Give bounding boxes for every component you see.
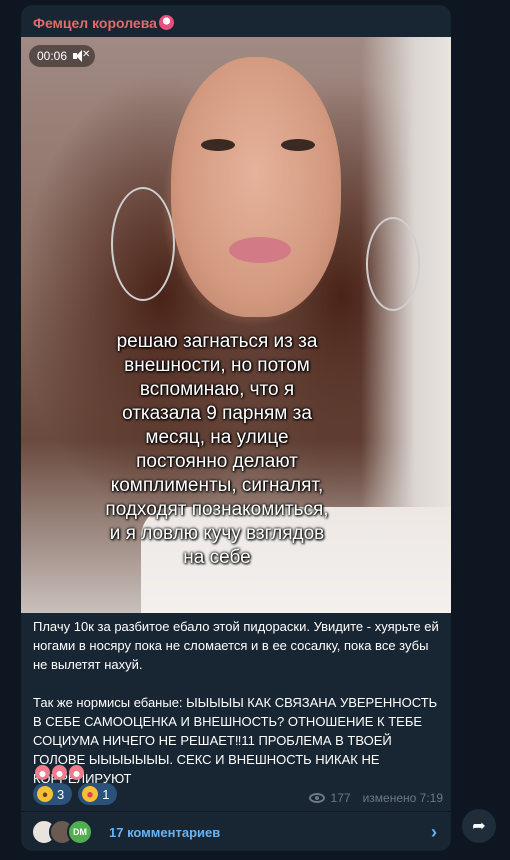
reaction-rofl[interactable]: 3 <box>33 783 73 805</box>
reactions: 3 1 <box>33 783 118 805</box>
comments-button[interactable]: DM 17 комментариев › <box>21 811 451 851</box>
clown-icon <box>158 15 174 30</box>
video-player[interactable]: 00:06 ✕ решаю загнаться из за внешности,… <box>21 37 451 613</box>
video-eye-right <box>281 139 315 151</box>
heart-eyes-emoji-icon <box>82 786 99 802</box>
chevron-right-icon: › <box>431 821 437 842</box>
reaction-count: 3 <box>57 786 65 802</box>
share-button[interactable]: ➦ <box>462 809 496 843</box>
video-time: 00:06 <box>37 49 68 63</box>
comments-label: 17 комментариев <box>109 824 221 840</box>
message-caption: Плачу 10к за разбитое ебало этой пидорас… <box>33 619 439 786</box>
edited-time: изменено 7:19 <box>362 791 443 805</box>
caption-emojis <box>35 765 84 780</box>
channel-name-text: Фемцел королева <box>33 15 157 31</box>
earring-left <box>111 187 175 301</box>
muted-speaker-icon[interactable]: ✕ <box>73 49 90 62</box>
reaction-count: 1 <box>102 786 110 802</box>
video-time-pill[interactable]: 00:06 ✕ <box>29 45 96 67</box>
message-meta: 177 изменено 7:19 <box>308 791 443 805</box>
rofl-emoji-icon <box>37 786 53 802</box>
reaction-heart-eyes[interactable]: 1 <box>78 783 118 805</box>
message-bubble: Фемцел королева 00:06 ✕ решаю загнаться … <box>21 5 451 851</box>
laughing-face-icon <box>52 765 67 780</box>
earring-right <box>366 217 420 311</box>
channel-name[interactable]: Фемцел королева <box>33 13 174 33</box>
video-eye-left <box>201 139 235 151</box>
laughing-face-icon <box>35 765 50 780</box>
avatar: DM <box>67 819 93 845</box>
views-icon <box>308 793 325 803</box>
share-arrow-icon: ➦ <box>472 818 486 835</box>
laughing-face-icon <box>69 765 84 780</box>
commenter-avatars: DM <box>31 819 93 845</box>
video-face <box>171 57 341 317</box>
video-lips <box>229 237 291 263</box>
view-count: 177 <box>330 791 351 805</box>
video-overlay-text: решаю загнаться из за внешности, но пото… <box>105 331 329 568</box>
